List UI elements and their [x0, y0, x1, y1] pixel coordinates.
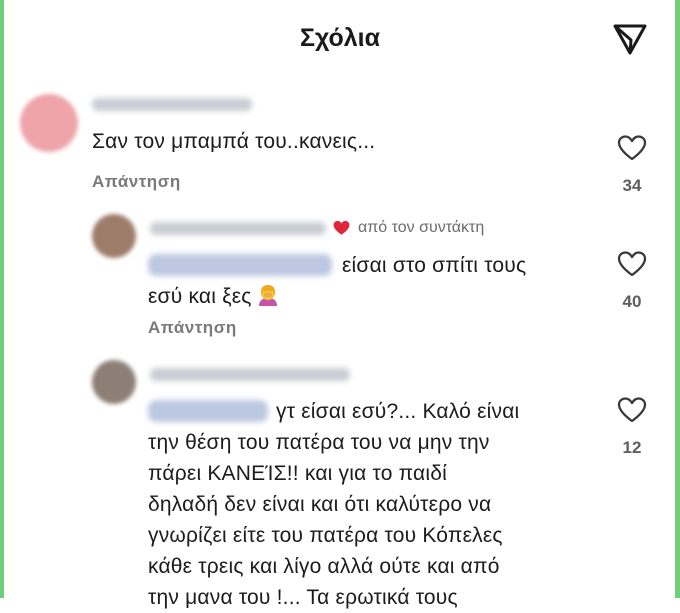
- heart-outline-icon[interactable]: [617, 134, 647, 162]
- send-filter-icon[interactable]: [610, 19, 650, 59]
- comment-text-fragment: εσύ και ξες: [148, 285, 252, 308]
- username-blurred[interactable]: [150, 222, 326, 235]
- reply-button[interactable]: Απάντηση: [148, 318, 237, 338]
- username-blurred[interactable]: [92, 98, 252, 111]
- reply-button[interactable]: Απάντηση: [92, 172, 181, 192]
- page-title: Σχόλια: [300, 24, 380, 52]
- like-count: 40: [622, 292, 642, 311]
- author-tag: από τον συντάκτη: [358, 219, 485, 236]
- comment-text-line: είσαι στο σπίτι τους: [342, 254, 527, 277]
- comment-text-line: γτ είσαι εσύ?... Καλό είναι: [276, 400, 520, 423]
- comment-text: Σαν τον μπαμπά του..κανεις...: [92, 130, 376, 153]
- heart-outline-icon[interactable]: [617, 396, 647, 424]
- screen-edge-right: [675, 0, 680, 598]
- comment-text-line: γνωρίζει είτε του πατέρα του Κόπελες: [148, 524, 503, 547]
- like-count: 12: [622, 438, 642, 457]
- comments-header: Σχόλια: [0, 0, 680, 82]
- username-blurred[interactable]: [150, 368, 350, 381]
- comment-text-line: την θέση του πατέρα του να μην την: [148, 431, 490, 454]
- avatar[interactable]: [92, 360, 136, 404]
- comment-text-line: κάθε τρεις και λίγο αλλά ούτε και από: [148, 555, 500, 578]
- like-count: 34: [622, 176, 642, 195]
- red-heart-icon: [333, 220, 350, 235]
- screen-edge-left: [0, 0, 4, 598]
- comment-text-line: δηλαδή δεν είναι και ότι καλύτερο να: [148, 493, 492, 516]
- mention-blurred[interactable]: [148, 254, 332, 276]
- comment-text-line: εσύ και ξες: [148, 281, 280, 312]
- avatar[interactable]: [92, 214, 136, 258]
- avatar[interactable]: [20, 94, 78, 152]
- person-facepalm-emoji: [258, 285, 277, 306]
- heart-outline-icon[interactable]: [617, 250, 647, 278]
- mention-blurred[interactable]: [148, 400, 268, 422]
- comment-text-line: πάρει ΚΑΝΕΊΣ!! και για το παιδί: [148, 462, 447, 485]
